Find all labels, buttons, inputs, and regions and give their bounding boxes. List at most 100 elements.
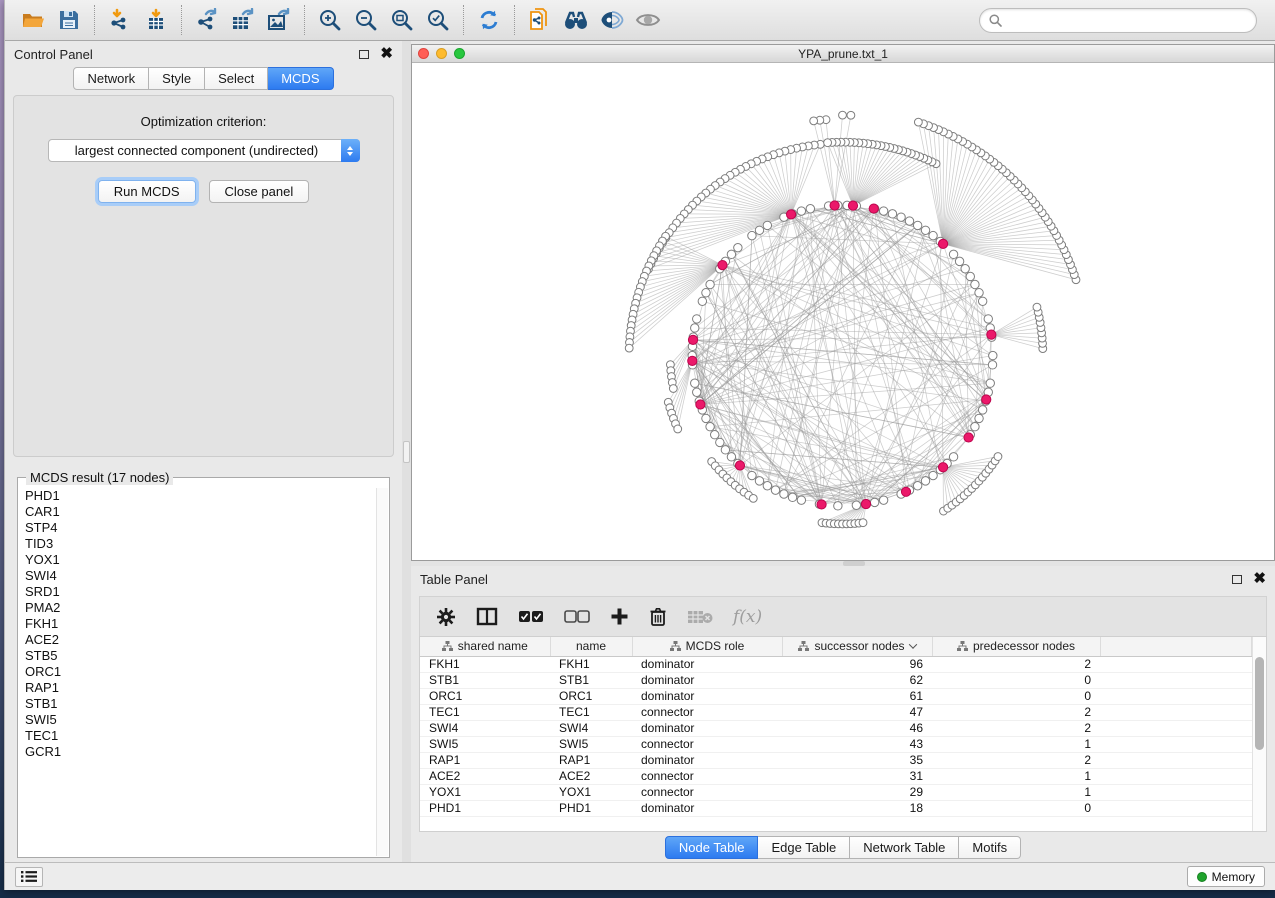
scrollbar-thumb[interactable] xyxy=(1255,657,1264,750)
mcds-result-item[interactable]: GCR1 xyxy=(25,744,389,760)
graph-node[interactable] xyxy=(711,431,719,439)
close-panel-button[interactable]: Close panel xyxy=(209,180,310,203)
table-cell[interactable]: SWI4 xyxy=(420,720,550,736)
mcds-result-item[interactable]: STB1 xyxy=(25,696,389,712)
graph-node[interactable] xyxy=(897,213,905,221)
graph-leaf-node[interactable] xyxy=(810,117,818,125)
global-search-box[interactable] xyxy=(979,8,1257,33)
table-cell[interactable]: ACE2 xyxy=(420,768,550,784)
graph-node[interactable] xyxy=(693,388,701,396)
graph-leaf-node[interactable] xyxy=(749,494,757,502)
table-cell[interactable]: 2 xyxy=(932,704,1100,720)
mcds-result-item[interactable]: RAP1 xyxy=(25,680,389,696)
graph-node[interactable] xyxy=(913,221,921,229)
zoom-out-button[interactable] xyxy=(348,3,384,37)
tab-select[interactable]: Select xyxy=(205,67,268,90)
graph-node[interactable] xyxy=(691,379,699,387)
table-row[interactable]: ORC1ORC1dominator610 xyxy=(420,688,1252,704)
graph-leaf-node[interactable] xyxy=(859,519,867,527)
table-cell[interactable]: 0 xyxy=(932,688,1100,704)
table-cell[interactable]: dominator xyxy=(632,800,782,816)
save-session-button[interactable] xyxy=(51,3,87,37)
graph-node[interactable] xyxy=(879,207,887,215)
graph-mcds-node[interactable] xyxy=(869,204,878,213)
memory-button[interactable]: Memory xyxy=(1187,866,1265,887)
graph-node[interactable] xyxy=(834,502,842,510)
refresh-layout-button[interactable] xyxy=(471,3,507,37)
graph-node[interactable] xyxy=(961,265,969,273)
delete-column-button[interactable] xyxy=(649,607,667,627)
table-row[interactable]: RAP1RAP1dominator352 xyxy=(420,752,1252,768)
graph-node[interactable] xyxy=(691,324,699,332)
graph-node[interactable] xyxy=(693,315,701,323)
table-cell[interactable]: dominator xyxy=(632,752,782,768)
graph-node[interactable] xyxy=(852,501,860,509)
node-table[interactable]: shared namenameMCDS rolesuccessor nodesp… xyxy=(420,637,1252,817)
graph-node[interactable] xyxy=(702,289,710,297)
graph-mcds-node[interactable] xyxy=(786,210,795,219)
graph-node[interactable] xyxy=(771,486,779,494)
table-row[interactable]: SWI4SWI4dominator462 xyxy=(420,720,1252,736)
mcds-result-item[interactable]: STP4 xyxy=(25,520,389,536)
tab-node-table[interactable]: Node Table xyxy=(665,836,759,859)
export-network-button[interactable] xyxy=(189,3,225,37)
graph-leaf-node[interactable] xyxy=(674,425,682,433)
graph-node[interactable] xyxy=(788,493,796,501)
graph-mcds-node[interactable] xyxy=(735,461,744,470)
graph-node[interactable] xyxy=(921,477,929,485)
graph-mcds-node[interactable] xyxy=(938,463,947,472)
table-cell[interactable]: 1 xyxy=(932,784,1100,800)
table-cell[interactable]: 1 xyxy=(932,736,1100,752)
table-cell[interactable]: RAP1 xyxy=(550,752,632,768)
graph-leaf-node[interactable] xyxy=(1033,303,1041,311)
table-cell[interactable]: 43 xyxy=(782,736,932,752)
toggle-graphics-details-button[interactable] xyxy=(594,3,630,37)
table-cell[interactable]: TEC1 xyxy=(550,704,632,720)
graph-node[interactable] xyxy=(755,477,763,485)
graph-node[interactable] xyxy=(706,422,714,430)
graph-node[interactable] xyxy=(949,453,957,461)
column-header-shared-name[interactable]: shared name xyxy=(420,637,550,656)
graph-node[interactable] xyxy=(971,422,979,430)
graph-node[interactable] xyxy=(989,351,997,359)
table-cell[interactable]: 29 xyxy=(782,784,932,800)
network-canvas[interactable] xyxy=(412,63,1274,560)
table-cell[interactable]: SWI5 xyxy=(420,736,550,752)
graph-node[interactable] xyxy=(913,482,921,490)
graph-node[interactable] xyxy=(984,315,992,323)
table-cell[interactable]: ORC1 xyxy=(550,688,632,704)
graph-mcds-node[interactable] xyxy=(718,261,727,270)
graph-node[interactable] xyxy=(797,496,805,504)
graph-node[interactable] xyxy=(978,406,986,414)
graph-node[interactable] xyxy=(748,231,756,239)
run-mcds-button[interactable]: Run MCDS xyxy=(98,180,196,203)
graph-node[interactable] xyxy=(797,207,805,215)
close-panel-icon[interactable]: ✖ xyxy=(1253,574,1266,584)
clone-network-button[interactable] xyxy=(522,3,558,37)
tab-edge-table[interactable]: Edge Table xyxy=(758,836,850,859)
graph-leaf-node[interactable] xyxy=(994,453,1002,461)
tab-style[interactable]: Style xyxy=(149,67,205,90)
mcds-result-item[interactable]: TID3 xyxy=(25,536,389,552)
table-cell[interactable]: 96 xyxy=(782,656,932,672)
graph-leaf-node[interactable] xyxy=(914,118,922,126)
mcds-result-item[interactable]: SRD1 xyxy=(25,584,389,600)
tab-network-table[interactable]: Network Table xyxy=(850,836,959,859)
task-history-button[interactable] xyxy=(15,867,43,887)
graph-mcds-node[interactable] xyxy=(987,330,996,339)
graph-node[interactable] xyxy=(721,446,729,454)
mcds-result-item[interactable]: FKH1 xyxy=(25,616,389,632)
table-cell[interactable]: YOX1 xyxy=(550,784,632,800)
graph-mcds-node[interactable] xyxy=(830,201,839,210)
table-cell[interactable]: 61 xyxy=(782,688,932,704)
graph-node[interactable] xyxy=(780,490,788,498)
graph-node[interactable] xyxy=(763,482,771,490)
graph-node[interactable] xyxy=(806,205,814,213)
graph-mcds-node[interactable] xyxy=(817,500,826,509)
graph-node[interactable] xyxy=(702,414,710,422)
mcds-result-item[interactable]: SWI4 xyxy=(25,568,389,584)
table-cell[interactable]: connector xyxy=(632,704,782,720)
table-cell[interactable]: connector xyxy=(632,768,782,784)
table-cell[interactable]: SWI4 xyxy=(550,720,632,736)
graph-node[interactable] xyxy=(921,226,929,234)
